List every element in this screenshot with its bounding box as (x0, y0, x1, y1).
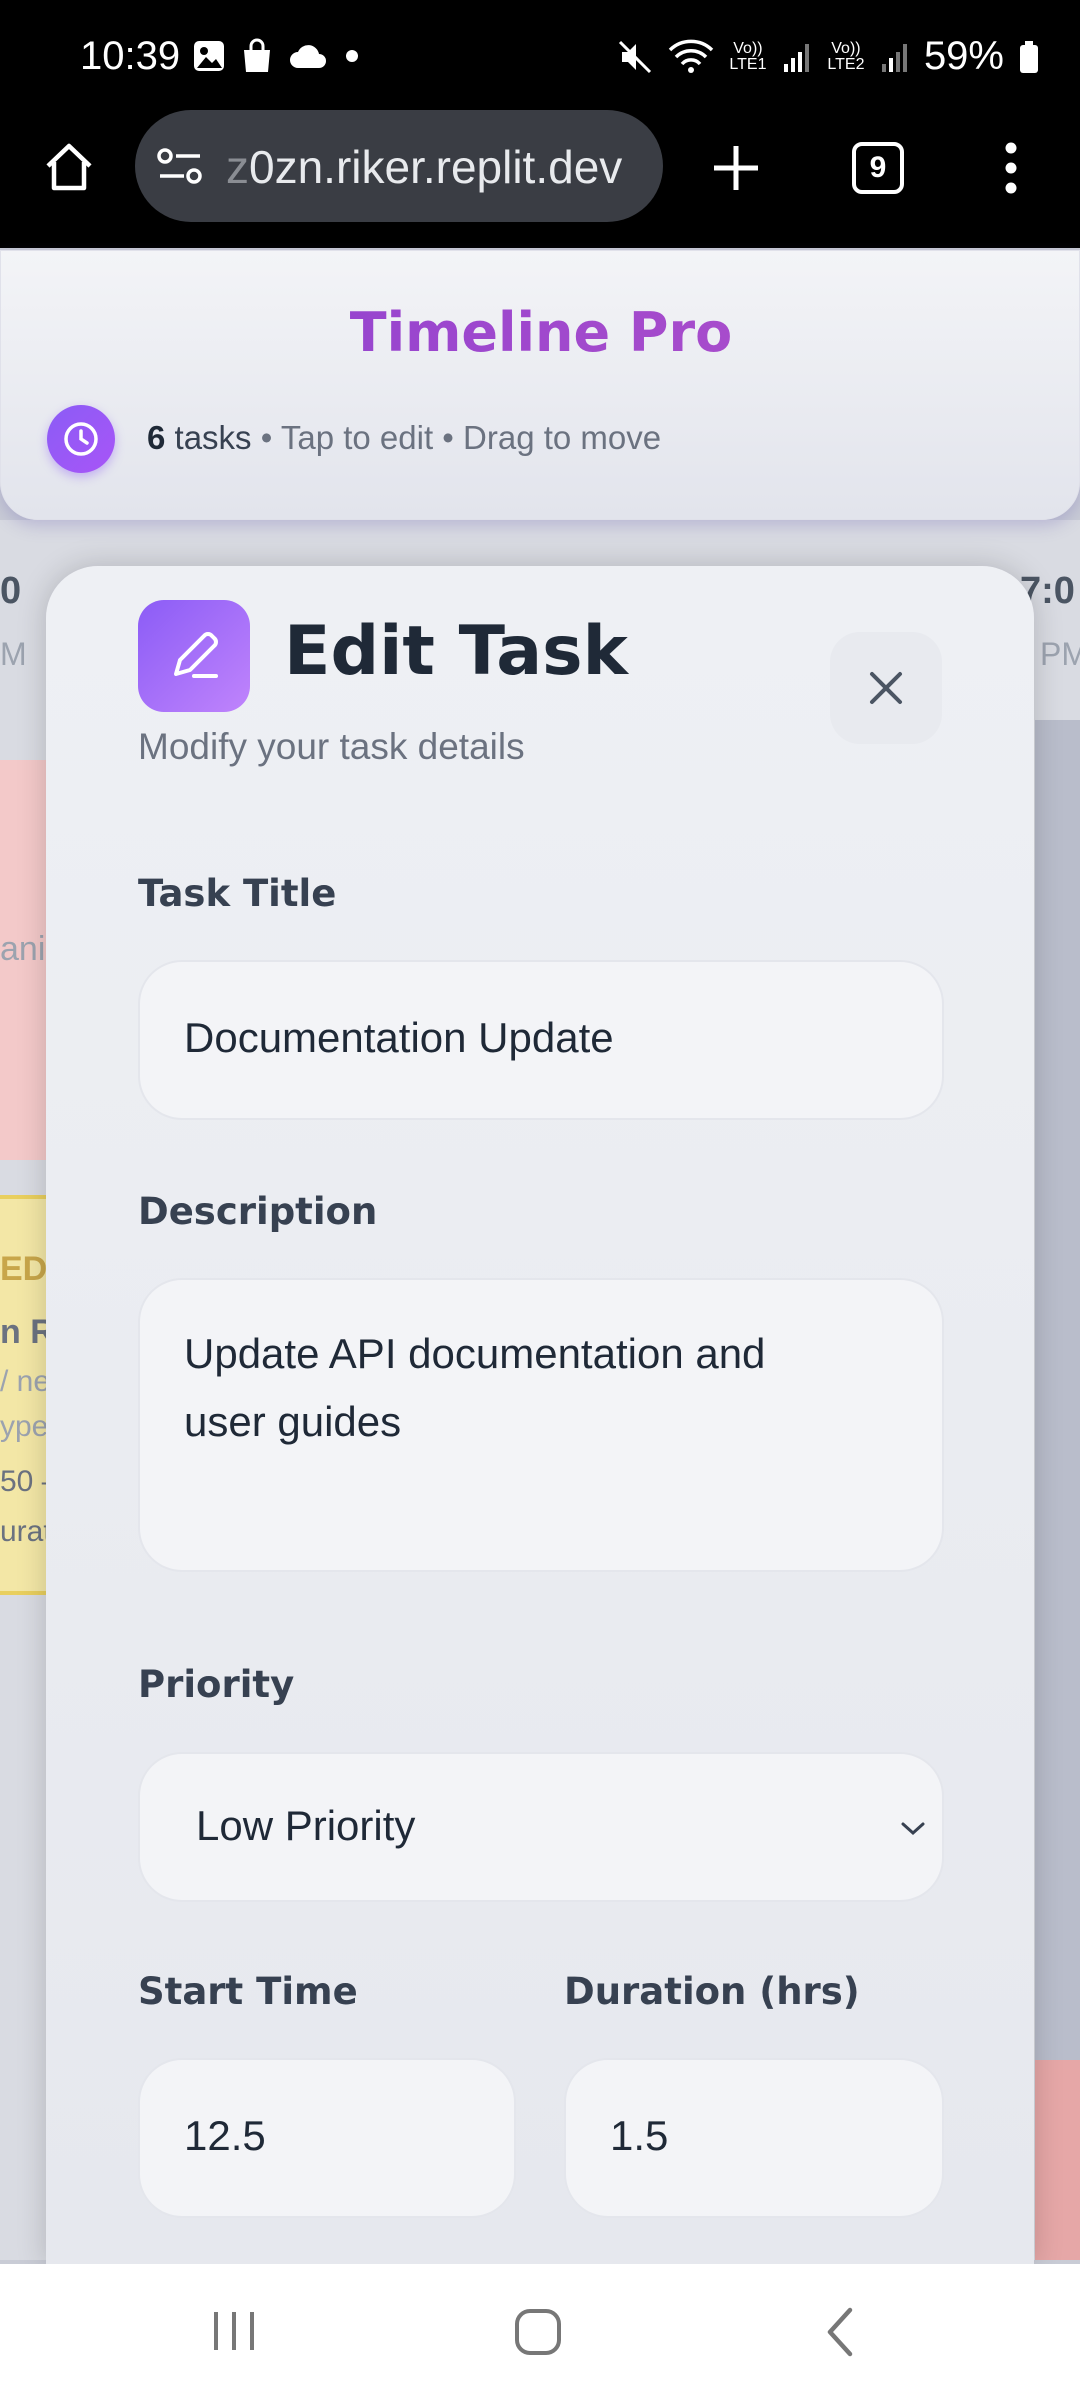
task-title-label: Task Title (138, 872, 337, 915)
priority-select[interactable]: Low Priority (138, 1752, 944, 1902)
signal-2-icon (881, 43, 907, 72)
more-options-icon[interactable] (996, 140, 1026, 196)
url-text[interactable]: z0zn.riker.replit.dev (226, 140, 622, 194)
gallery-icon (194, 41, 224, 71)
duration-value: 1.5 (610, 2112, 669, 2159)
time-ampm-right: PM (1040, 636, 1080, 672)
task-title-input[interactable]: Documentation Update (138, 960, 944, 1120)
time-ampm-left: M (0, 636, 27, 672)
header-hint: • Tap to edit • Drag to move (260, 419, 662, 456)
back-icon[interactable] (822, 2306, 858, 2358)
clock-icon (64, 422, 98, 456)
close-icon (870, 672, 902, 704)
task-title-value: Documentation Update (184, 1014, 614, 1061)
description-line-2: user guides (184, 1398, 402, 1445)
duration-input[interactable]: 1.5 (564, 2058, 944, 2218)
edit-badge (138, 600, 250, 712)
tab-count: 9 (869, 151, 887, 184)
shopping-bag-icon (244, 38, 270, 72)
network-1-label: Vo)) LTE1 (729, 39, 767, 73)
priority-value: Low Priority (196, 1802, 416, 1849)
battery-icon (1020, 40, 1038, 73)
start-time-label: Start Time (138, 1970, 358, 2013)
system-nav-bar (0, 2264, 1080, 2400)
new-tab-icon[interactable] (710, 142, 762, 194)
task-count: 6 (147, 419, 166, 456)
task-summary: 6 tasks • Tap to edit • Drag to move (147, 419, 661, 457)
modal-subtitle: Modify your task details (138, 726, 525, 767)
task-desc-fragment-2: ype (0, 1410, 49, 1443)
battery-percent: 59% (923, 34, 1004, 78)
home-nav-icon[interactable] (512, 2306, 564, 2358)
modal-title: Edit Task (284, 612, 628, 691)
mute-icon (618, 40, 651, 73)
cloud-icon (290, 45, 326, 68)
edit-task-modal: Edit Task Modify your task details Task … (46, 566, 1034, 2266)
app-title: Timeline Pro (1, 301, 1080, 364)
time-label-left: 0 (0, 570, 22, 612)
description-label: Description (138, 1190, 378, 1233)
start-time-input[interactable]: 12.5 (138, 2058, 516, 2218)
duration-label: Duration (hrs) (564, 1970, 860, 2013)
task-card-partial-right[interactable] (1035, 2060, 1080, 2260)
description-line-1: Update API documentation and (184, 1330, 766, 1377)
task-desc-fragment-1: / ne (0, 1365, 51, 1398)
dot-icon (346, 50, 358, 62)
description-textarea[interactable]: Update API documentation and user guides (138, 1278, 944, 1572)
home-icon[interactable] (42, 140, 96, 194)
close-button[interactable] (830, 632, 942, 744)
clock-badge (47, 405, 115, 473)
url-prefix: z (226, 141, 249, 193)
timeline-right-column (1035, 720, 1080, 2260)
app-header: Timeline Pro 6 tasks • Tap to edit • Dra… (0, 250, 1080, 520)
recent-apps-icon[interactable] (210, 2306, 258, 2356)
notification-icons (192, 38, 362, 74)
status-time: 10:39 (80, 34, 181, 78)
start-time-value: 12.5 (184, 2112, 266, 2159)
wifi-icon (668, 39, 714, 73)
tab-switcher-button[interactable]: 9 (852, 142, 904, 194)
url-main: 0zn.riker.replit.dev (249, 141, 623, 193)
task-duration-fragment: urat (0, 1515, 52, 1548)
pencil-icon (174, 632, 218, 678)
system-icons: Vo)) LTE1 Vo)) LTE2 59% (616, 34, 1040, 79)
priority-label: Priority (138, 1663, 295, 1706)
tasks-word: tasks (174, 419, 252, 456)
site-settings-icon[interactable] (156, 146, 204, 188)
network-2-label: Vo)) LTE2 (827, 39, 865, 73)
status-bar: 10:39 Vo)) LTE1 Vo)) LTE2 59% (0, 0, 1080, 120)
chevron-down-icon (901, 1822, 925, 1836)
signal-1-icon (783, 43, 809, 72)
